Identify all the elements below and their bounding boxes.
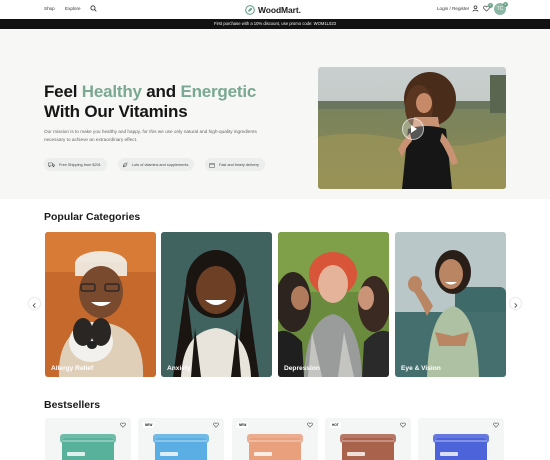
search-icon[interactable] [90,5,97,12]
category-photo [45,232,156,377]
leaf-icon [122,162,128,167]
play-icon [411,125,417,133]
product-badge: NEW [237,422,249,428]
hero-title-part: Feel [44,82,82,101]
top-header: Shop Explore WoodMart. Login / Register … [0,0,550,19]
heart-icon[interactable] [400,422,406,428]
feature-free-shipping: Free Shipping from $201 [44,158,107,171]
nav-shop-link[interactable]: Shop [44,6,55,11]
wishlist-count-badge: 0 [488,3,493,8]
cart-count-badge: 0 [503,2,508,7]
hero-title: Feel Healthy and Energetic With Our Vita… [44,82,256,122]
category-card-anxiety[interactable]: Anxiety [161,232,272,377]
hero-title-accent-energetic: Energetic [180,82,257,101]
chevron-left-icon [32,302,36,309]
categories-prev-button[interactable] [29,298,40,309]
category-label: Allergy Relief [51,365,94,372]
heart-icon[interactable] [213,422,219,428]
category-photo [161,232,272,377]
heart-icon[interactable] [493,422,499,428]
product-badge: HOT [330,422,341,428]
product-card[interactable] [418,418,504,460]
play-video-button[interactable] [402,118,424,140]
nav-explore-link[interactable]: Explore [65,6,81,11]
category-label: Anxiety [167,365,191,372]
product-card[interactable]: NEW [138,418,224,460]
category-card-depression[interactable]: Depression [278,232,389,377]
feature-vitamins: Lots of vitamins and supplements [118,158,195,171]
box-icon [209,162,215,168]
leaf-logo-icon [245,4,255,15]
feature-label: Free Shipping from $201 [59,162,101,167]
login-register-link[interactable]: Login / Register [437,6,469,11]
product-jar-image [60,434,116,460]
hero-description: Our mission is to make you healthy and h… [44,129,257,142]
product-jar-image [433,434,489,460]
hero-title-part: and [141,82,181,101]
heart-icon[interactable] [120,422,126,428]
user-icon[interactable] [472,5,479,12]
product-card[interactable]: NEW [232,418,318,460]
brand-name: WoodMart. [258,4,301,15]
product-badge: NEW [143,422,155,428]
bestsellers-title: Bestsellers [44,399,101,411]
hero-title-accent-healthy: Healthy [81,82,142,101]
feature-label: Lots of vitamins and supplements [132,162,189,167]
brand-logo[interactable]: WoodMart. [245,4,301,15]
category-card-allergy-relief[interactable]: Allergy Relief [45,232,156,377]
product-card[interactable] [45,418,131,460]
category-photo [278,232,389,377]
promo-banner: First purchase with a 10% discount, use … [0,19,550,29]
truck-icon [48,162,55,167]
category-card-eye-vision[interactable]: Eye & Vision [395,232,506,377]
category-photo [395,232,506,377]
category-label: Eye & Vision [401,365,441,372]
chevron-right-icon [514,302,518,309]
categories-next-button[interactable] [510,298,521,309]
categories-title: Popular Categories [44,211,141,223]
category-label: Depression [284,365,320,372]
heart-icon[interactable] [307,422,313,428]
feature-label: Fast and timely delivery [219,162,259,167]
feature-fast-delivery: Fast and timely delivery [205,158,265,171]
product-card[interactable]: HOT [325,418,411,460]
hero-title-line2: With Our Vitamins [44,102,188,121]
